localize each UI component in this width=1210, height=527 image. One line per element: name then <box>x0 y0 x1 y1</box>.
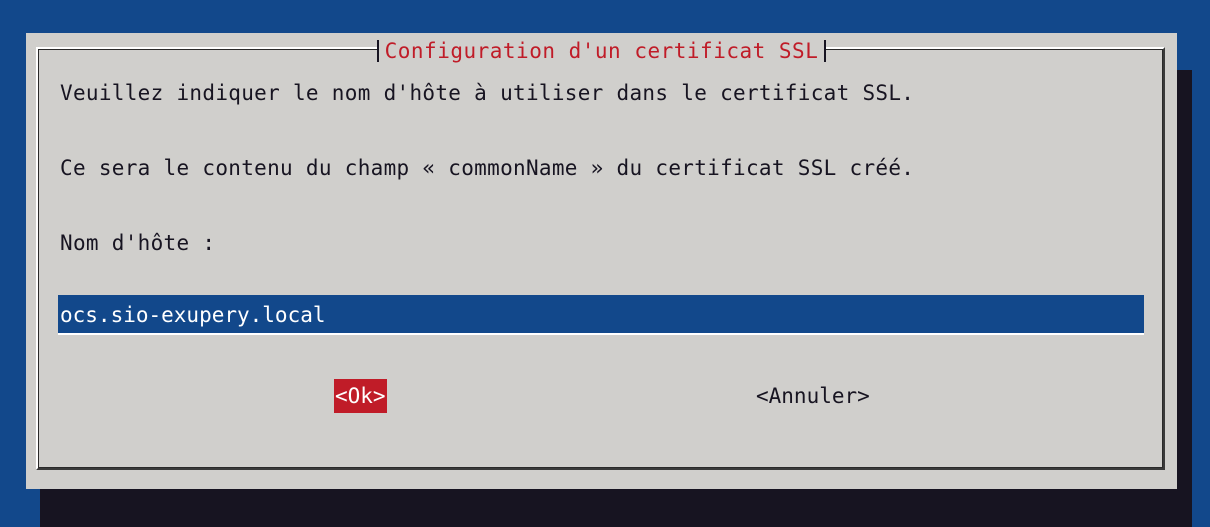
common-name-hint-text: Ce sera le contenu du champ « commonName… <box>60 156 915 180</box>
dialog-title: Configuration d'un certificat SSL <box>384 39 819 63</box>
hostname-label: Nom d'hôte : <box>60 231 216 255</box>
cancel-button[interactable]: <Annuler> <box>756 379 870 413</box>
ok-button[interactable]: <Ok> <box>334 379 387 413</box>
ssl-certificate-dialog: Configuration d'un certificat SSL Veuill… <box>26 33 1177 489</box>
dialog-frame <box>36 47 1165 470</box>
hostname-input-value: ocs.sio-exupery.local <box>60 303 326 327</box>
dialog-title-box: Configuration d'un certificat SSL <box>376 35 827 67</box>
instruction-text: Veuillez indiquer le nom d'hôte à utilis… <box>60 81 915 105</box>
hostname-input[interactable]: ocs.sio-exupery.local <box>58 295 1144 335</box>
